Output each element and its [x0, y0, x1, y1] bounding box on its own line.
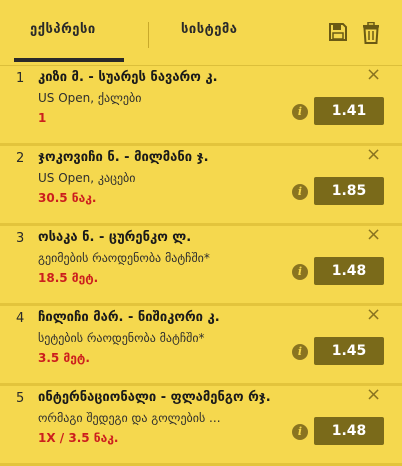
bet-item: 2 ჯოკოვიჩი ნ. - მილმანი ჯ. US Open, კაცე… — [0, 146, 402, 226]
close-icon[interactable]: × — [366, 386, 381, 404]
close-icon[interactable]: × — [366, 306, 381, 324]
bet-pick: 1X / 3.5 ნაკ. — [38, 431, 119, 445]
bet-number: 1 — [16, 71, 25, 86]
close-icon[interactable]: × — [366, 66, 381, 84]
bet-pick: 30.5 ნაკ. — [38, 191, 97, 205]
close-icon[interactable]: × — [366, 226, 381, 244]
bet-title: ჯოკოვიჩი ნ. - მილმანი ჯ. — [38, 150, 209, 165]
odds-button[interactable]: 1.48 — [314, 417, 384, 445]
info-icon[interactable]: i — [292, 184, 308, 200]
bet-pick: 3.5 მეტ. — [38, 351, 90, 365]
active-tab-indicator — [14, 58, 124, 62]
bet-market: გეიმების რაოდენობა მატჩში* — [38, 251, 210, 265]
bet-title: კიზი მ. - სუარეს ნავარო კ. — [38, 70, 218, 85]
odds-button[interactable]: 1.41 — [314, 97, 384, 125]
bet-pick: 18.5 მეტ. — [38, 271, 99, 285]
bet-number: 3 — [16, 231, 25, 246]
trash-icon[interactable] — [361, 21, 381, 48]
bet-market: US Open, კაცები — [38, 171, 136, 185]
info-icon[interactable]: i — [292, 344, 308, 360]
bet-number: 5 — [16, 391, 25, 406]
save-icon[interactable] — [328, 22, 348, 46]
bet-title: ჩილიჩი მარ. - ნიშიკორი კ. — [38, 310, 220, 325]
bet-item: 1 კიზი მ. - სუარეს ნავარო კ. US Open, ქა… — [0, 66, 402, 146]
bet-item: 5 ინტერნაციონალი - ფლამენგო რჯ. ორმაგი შ… — [0, 386, 402, 466]
bet-pick: 1 — [38, 111, 47, 125]
tab-divider — [148, 22, 149, 48]
bet-title: ინტერნაციონალი - ფლამენგო რჯ. — [38, 390, 271, 405]
close-icon[interactable]: × — [366, 146, 381, 164]
bet-number: 4 — [16, 311, 25, 326]
tab-system[interactable]: სისტემა — [181, 22, 238, 37]
info-icon[interactable]: i — [292, 424, 308, 440]
bet-number: 2 — [16, 151, 25, 166]
odds-button[interactable]: 1.48 — [314, 257, 384, 285]
bet-title: ოსაკა ნ. - ცურენკო ლ. — [38, 230, 192, 245]
bet-market: US Open, ქალები — [38, 91, 142, 105]
bet-market: სეტების რაოდენობა მატჩში* — [38, 331, 205, 345]
betslip-header: ექსპრესი სისტემა — [0, 0, 402, 66]
info-icon[interactable]: i — [292, 104, 308, 120]
odds-button[interactable]: 1.45 — [314, 337, 384, 365]
bet-item: 3 ოსაკა ნ. - ცურენკო ლ. გეიმების რაოდენო… — [0, 226, 402, 306]
tab-express[interactable]: ექსპრესი — [30, 22, 96, 37]
bet-item: 4 ჩილიჩი მარ. - ნიშიკორი კ. სეტების რაოდ… — [0, 306, 402, 386]
info-icon[interactable]: i — [292, 264, 308, 280]
bet-market: ორმაგი შედეგი და გოლების ... — [38, 411, 221, 425]
odds-button[interactable]: 1.85 — [314, 177, 384, 205]
